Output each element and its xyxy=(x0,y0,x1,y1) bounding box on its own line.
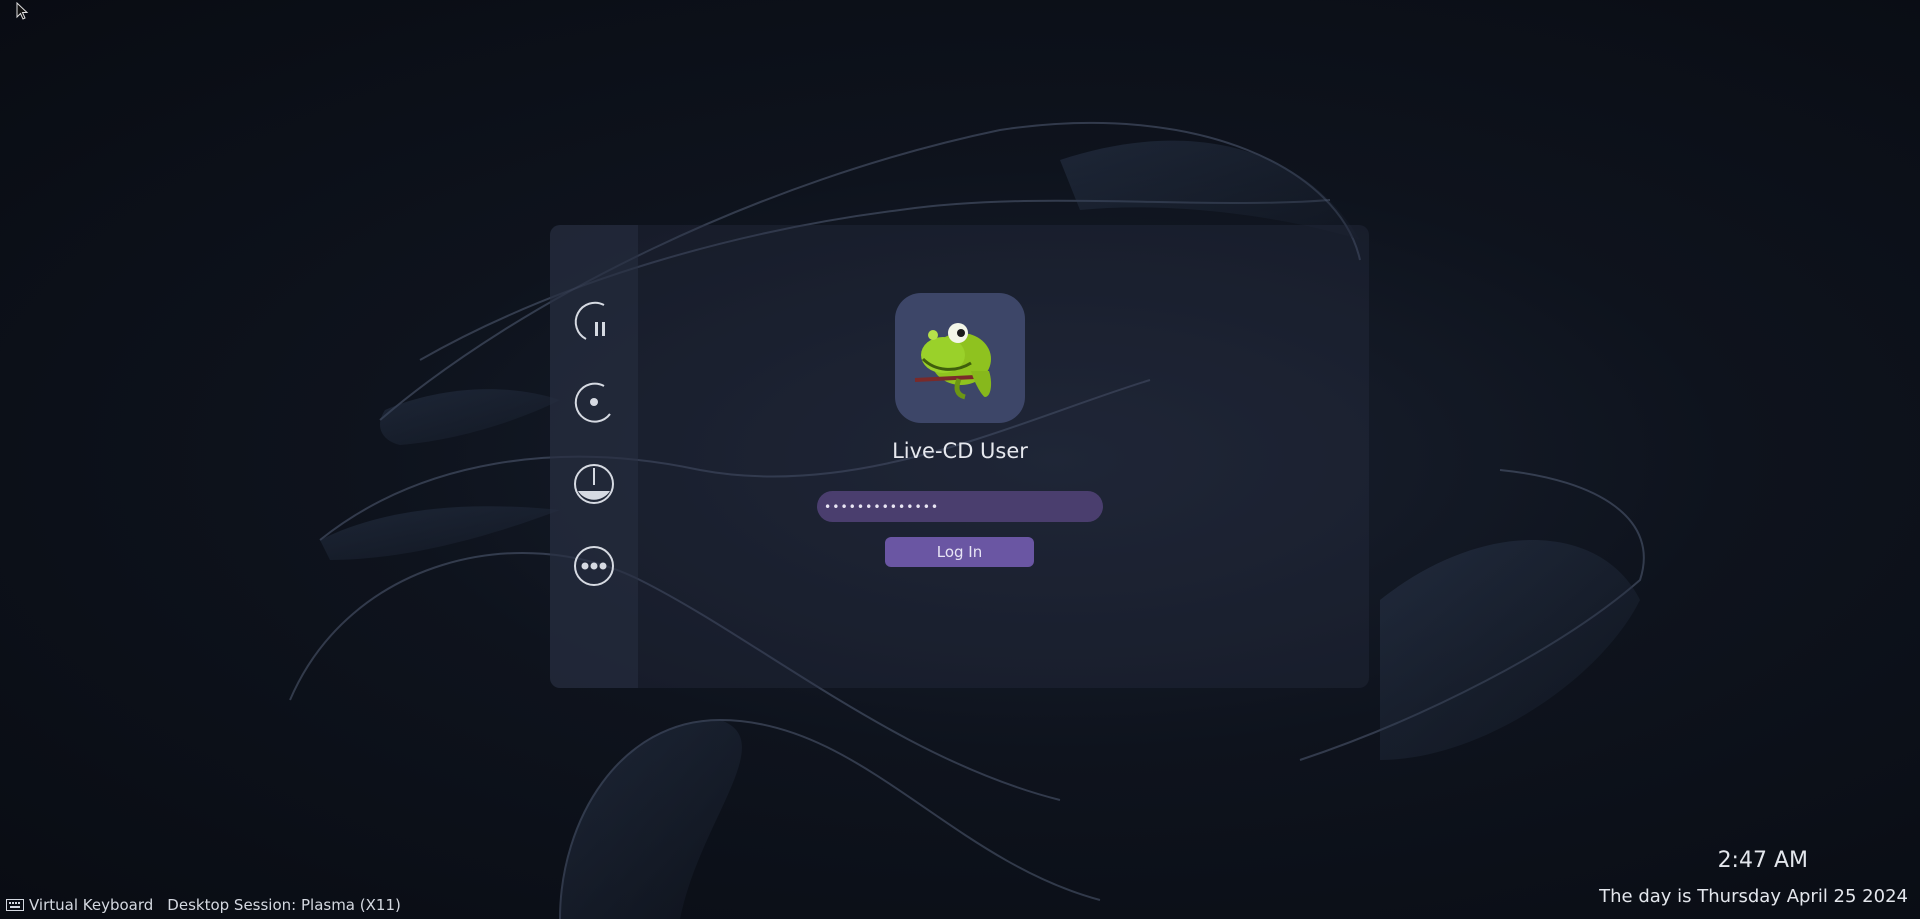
clock-date: The day is Thursday April 25 2024 xyxy=(1599,886,1908,907)
hibernate-button[interactable] xyxy=(570,378,618,426)
login-button[interactable]: Log In xyxy=(885,537,1034,567)
hibernate-icon xyxy=(574,382,611,423)
username-label: Live-CD User xyxy=(892,439,1028,463)
password-input[interactable]: •••••••••••••• xyxy=(817,491,1103,522)
password-mask: •••••••••••••• xyxy=(824,499,940,514)
keyboard-icon[interactable] xyxy=(6,899,24,911)
virtual-keyboard-button[interactable]: Virtual Keyboard xyxy=(29,896,153,914)
suspend-button[interactable] xyxy=(570,296,618,344)
desktop-session-selector[interactable]: Desktop Session: Plasma (X11) xyxy=(167,896,401,914)
more-options-icon xyxy=(574,546,614,586)
suspend-icon xyxy=(574,301,605,340)
login-screen: Live-CD User •••••••••••••• Log In Virtu… xyxy=(0,0,1920,919)
shutdown-icon xyxy=(574,464,614,504)
footer-left: Virtual Keyboard Desktop Session: Plasma… xyxy=(6,896,401,914)
shutdown-button[interactable] xyxy=(570,460,618,508)
power-actions-bar xyxy=(550,225,638,688)
more-options-button[interactable] xyxy=(570,542,618,590)
user-avatar[interactable] xyxy=(895,293,1025,423)
login-panel: Live-CD User •••••••••••••• Log In xyxy=(550,225,1369,688)
clock-time: 2:47 AM xyxy=(1717,848,1808,873)
chameleon-avatar-icon xyxy=(914,323,992,400)
mouse-pointer-icon xyxy=(16,2,29,20)
